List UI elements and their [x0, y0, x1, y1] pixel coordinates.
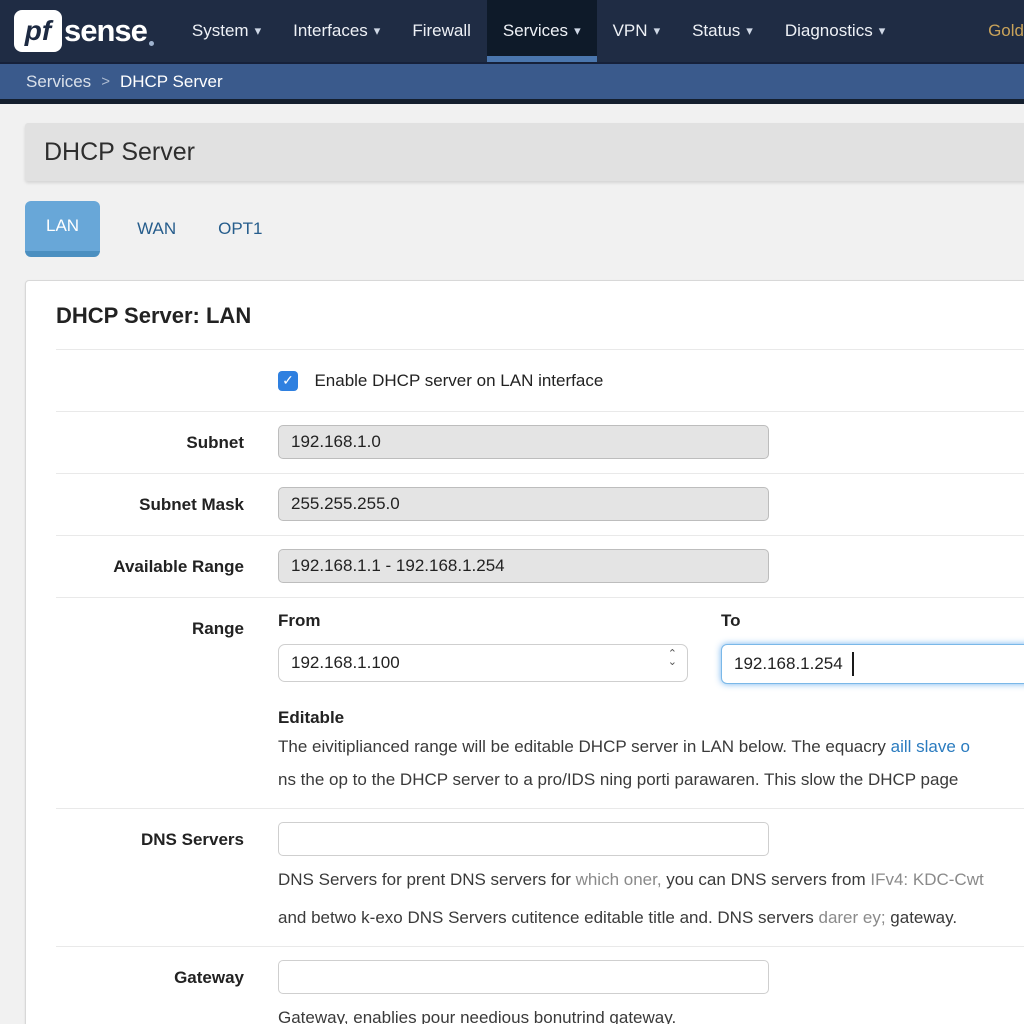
- subnet-mask-row: Subnet Mask: [56, 473, 1024, 535]
- nav-item-label: Status: [692, 21, 740, 41]
- page-content: DHCP Server LAN WAN OPT1 DHCP Server: LA…: [0, 104, 1024, 1024]
- nav-item-system[interactable]: System ▾: [176, 0, 277, 62]
- help-text: gateway.: [886, 908, 958, 927]
- tab-lan[interactable]: LAN: [25, 201, 100, 257]
- page-title: DHCP Server: [44, 138, 195, 167]
- chevron-down-icon: ▾: [374, 23, 381, 39]
- pfsense-logo[interactable]: pf sense: [0, 0, 154, 62]
- subnet-row: Subnet: [56, 411, 1024, 473]
- nav-item-label: System: [192, 21, 249, 41]
- chevron-down-icon: ▾: [654, 23, 661, 39]
- dns-help-line1: DNS Servers for prent DNS servers for wh…: [278, 866, 1024, 894]
- help-text: The eivitiplianced range will be editabl…: [278, 737, 891, 756]
- range-to-header: To: [721, 611, 1024, 631]
- page-title-bar: DHCP Server: [25, 123, 1024, 181]
- tab-wan[interactable]: WAN: [137, 219, 176, 239]
- breadcrumb: Services > DHCP Server: [0, 64, 1024, 104]
- gateway-input[interactable]: [278, 960, 769, 994]
- text-cursor: [852, 652, 854, 676]
- chevron-down-icon: ▾: [746, 23, 753, 39]
- chevron-down-icon: ▾: [255, 23, 262, 39]
- number-stepper-icon[interactable]: ⌃ ⌄: [668, 650, 677, 666]
- help-text: and betwo k-exo DNS Servers cutitence ed…: [278, 908, 818, 927]
- dns-servers-row: DNS Servers DNS Servers for prent DNS se…: [56, 808, 1024, 946]
- range-help-line1: The eivitiplianced range will be editabl…: [278, 733, 1024, 761]
- chevron-down-icon: ▾: [879, 23, 886, 39]
- available-range-input: [278, 549, 769, 583]
- nav-item-label: Interfaces: [293, 21, 368, 41]
- help-text: which oner,: [576, 870, 662, 889]
- help-text: DNS Servers for prent DNS servers for: [278, 870, 576, 889]
- available-range-row: Available Range: [56, 535, 1024, 597]
- nav-item-interfaces[interactable]: Interfaces ▾: [277, 0, 396, 62]
- range-to-input[interactable]: [721, 644, 1024, 684]
- chevron-down-icon: ▾: [574, 23, 581, 39]
- dns-servers-input[interactable]: [278, 822, 769, 856]
- subnet-mask-input: [278, 487, 769, 521]
- dhcp-server-panel: DHCP Server: LAN ✓ Enable DHCP server on…: [25, 280, 1024, 1024]
- dns-help-line2: and betwo k-exo DNS Servers cutitence ed…: [278, 904, 1024, 932]
- interface-tabs: LAN WAN OPT1: [25, 202, 1024, 255]
- brand-text: sense: [64, 13, 147, 49]
- help-text: you can DNS servers from: [662, 870, 871, 889]
- enable-dhcp-label: Enable DHCP server on LAN interface: [314, 371, 603, 390]
- nav-item-gold[interactable]: Gold: [972, 0, 1024, 62]
- range-row: Range From ⌃ ⌄ To: [56, 597, 1024, 808]
- help-text: IFv4: KDC-Cwt: [870, 870, 983, 889]
- available-range-label: Available Range: [56, 549, 244, 583]
- enable-dhcp-row: ✓ Enable DHCP server on LAN interface: [56, 349, 1024, 411]
- stepper-down-icon[interactable]: ⌄: [668, 658, 677, 666]
- subnet-label: Subnet: [56, 425, 244, 459]
- nav-item-label: Diagnostics: [785, 21, 873, 41]
- range-label: Range: [56, 611, 244, 794]
- registered-mark-dot: [149, 41, 154, 46]
- top-navbar: pf sense System ▾ Interfaces ▾ Firewall …: [0, 0, 1024, 64]
- nav-item-label: Gold: [988, 21, 1024, 41]
- subnet-input: [278, 425, 769, 459]
- panel-title: DHCP Server: LAN: [56, 303, 1024, 329]
- pf-logo-icon: pf: [14, 10, 62, 52]
- range-help-line2: ns the op to the DHCP server to a pro/ID…: [278, 766, 1024, 794]
- range-from-input[interactable]: [278, 644, 688, 682]
- help-link[interactable]: aill slave o: [891, 737, 970, 756]
- help-text: darer ey;: [818, 908, 885, 927]
- gateway-help: Gateway, enablies pour needious bonutrin…: [278, 1004, 1024, 1024]
- nav-item-diagnostics[interactable]: Diagnostics ▾: [769, 0, 901, 62]
- checkmark-icon: ✓: [282, 372, 294, 389]
- dns-servers-label: DNS Servers: [56, 822, 244, 932]
- gateway-row: Gateway Gateway, enablies pour needious …: [56, 946, 1024, 1024]
- nav-item-label: VPN: [613, 21, 648, 41]
- breadcrumb-section[interactable]: Services: [26, 72, 91, 92]
- breadcrumb-current-page: DHCP Server: [120, 72, 223, 92]
- breadcrumb-separator-icon: >: [101, 73, 110, 90]
- tab-opt1[interactable]: OPT1: [218, 219, 262, 239]
- nav-item-services[interactable]: Services ▾: [487, 0, 597, 62]
- range-from-header: From: [278, 611, 688, 631]
- nav-item-label: Services: [503, 21, 568, 41]
- enable-dhcp-checkbox[interactable]: ✓: [278, 371, 298, 391]
- nav-item-label: Firewall: [412, 21, 471, 41]
- gateway-label: Gateway: [56, 960, 244, 1024]
- nav-item-vpn[interactable]: VPN ▾: [597, 0, 677, 62]
- nav-item-status[interactable]: Status ▾: [676, 0, 769, 62]
- row-label: [56, 377, 244, 385]
- nav-item-firewall[interactable]: Firewall: [396, 0, 487, 62]
- editable-help-title: Editable: [278, 708, 1024, 728]
- main-menu: System ▾ Interfaces ▾ Firewall Services …: [176, 0, 1024, 62]
- subnet-mask-label: Subnet Mask: [56, 487, 244, 521]
